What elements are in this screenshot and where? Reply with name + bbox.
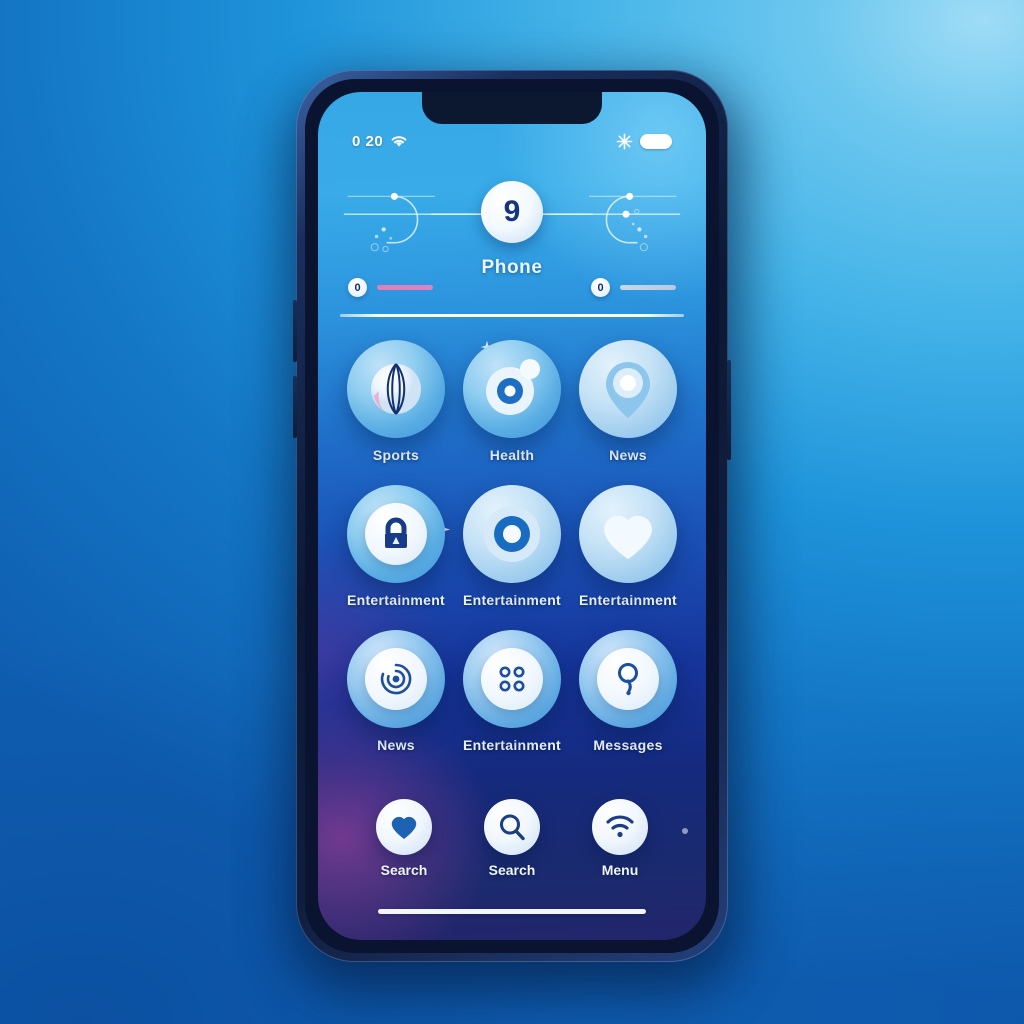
status-bar: 0 20 bbox=[318, 130, 706, 152]
power-button[interactable] bbox=[727, 360, 731, 460]
app-entertainment-3[interactable]: Entertainment bbox=[570, 485, 686, 608]
widget-left-meter: 0 bbox=[348, 278, 433, 297]
location-pin-icon bbox=[579, 340, 677, 438]
display-notch bbox=[422, 92, 602, 124]
app-news-1[interactable]: News bbox=[570, 340, 686, 463]
app-health[interactable]: Health bbox=[454, 340, 570, 463]
donut-circle-icon bbox=[463, 485, 561, 583]
widget-title: Phone bbox=[481, 257, 543, 278]
app-news-2[interactable]: News bbox=[338, 630, 454, 753]
heart-icon bbox=[579, 485, 677, 583]
heart-icon bbox=[376, 799, 432, 855]
dock-label: Search bbox=[488, 862, 536, 878]
widget-divider bbox=[340, 314, 684, 317]
dock-item-search-heart[interactable]: Search bbox=[356, 799, 452, 878]
left-meter-bar bbox=[377, 285, 433, 290]
widget-right-meter: 0 bbox=[591, 278, 676, 297]
app-row-3: News Entertainment Messages bbox=[338, 630, 686, 753]
wifi-icon bbox=[390, 134, 408, 148]
screenshot-canvas: 0 20 9 Phone 0 0 Sports Health News Ente… bbox=[0, 0, 1024, 1024]
app-label: Messages bbox=[593, 737, 663, 753]
app-row-2: Entertainment Entertainment Entertainmen… bbox=[338, 485, 686, 608]
wifi-icon bbox=[592, 799, 648, 855]
app-label: Sports bbox=[372, 447, 420, 463]
app-label: Entertainment bbox=[346, 592, 446, 608]
left-meter-value: 0 bbox=[348, 278, 367, 297]
star-burst-icon bbox=[616, 133, 633, 150]
app-messages[interactable]: Messages bbox=[570, 630, 686, 753]
app-label: Entertainment bbox=[462, 737, 562, 753]
phone-bezel: 0 20 9 Phone 0 0 Sports Health News Ente… bbox=[305, 79, 719, 953]
app-entertainment-2[interactable]: Entertainment bbox=[454, 485, 570, 608]
widget-badge: 9 bbox=[481, 181, 543, 243]
dock-item-menu[interactable]: Menu bbox=[572, 799, 668, 878]
app-entertainment-4[interactable]: Entertainment bbox=[454, 630, 570, 753]
app-label: Health bbox=[489, 447, 535, 463]
widget-badge-value: 9 bbox=[503, 195, 521, 228]
app-grid: Sports Health News Entertainment Enterta… bbox=[318, 340, 706, 775]
spiral-target-icon bbox=[347, 630, 445, 728]
app-entertainment-1[interactable]: Entertainment bbox=[338, 485, 454, 608]
phone-screen: 0 20 9 Phone 0 0 Sports Health News Ente… bbox=[318, 92, 706, 940]
app-label: Entertainment bbox=[578, 592, 678, 608]
app-label: Entertainment bbox=[462, 592, 562, 608]
app-label: News bbox=[377, 737, 415, 753]
volume-down-button[interactable] bbox=[293, 376, 297, 438]
lens-circle-icon bbox=[463, 340, 561, 438]
question-pin-icon bbox=[579, 630, 677, 728]
home-indicator[interactable] bbox=[378, 909, 646, 914]
app-row-1: Sports Health News bbox=[338, 340, 686, 463]
battery-icon bbox=[640, 133, 672, 149]
four-dots-grid-icon bbox=[463, 630, 561, 728]
phone-widget[interactable]: 9 Phone 0 0 bbox=[332, 167, 692, 317]
dock-label: Menu bbox=[601, 862, 639, 878]
dock-item-search[interactable]: Search bbox=[464, 799, 560, 878]
right-meter-bar bbox=[620, 285, 676, 290]
status-time: 0 20 bbox=[352, 132, 384, 150]
dock: Search Search Menu bbox=[318, 799, 706, 878]
phone-frame: 0 20 9 Phone 0 0 Sports Health News Ente… bbox=[293, 70, 731, 962]
dock-label: Search bbox=[380, 862, 428, 878]
app-label: News bbox=[609, 447, 647, 463]
magnifier-icon bbox=[484, 799, 540, 855]
lock-icon bbox=[347, 485, 445, 583]
volume-up-button[interactable] bbox=[293, 300, 297, 362]
app-sports[interactable]: Sports bbox=[338, 340, 454, 463]
right-meter-value: 0 bbox=[591, 278, 610, 297]
striped-ball-icon bbox=[347, 340, 445, 438]
